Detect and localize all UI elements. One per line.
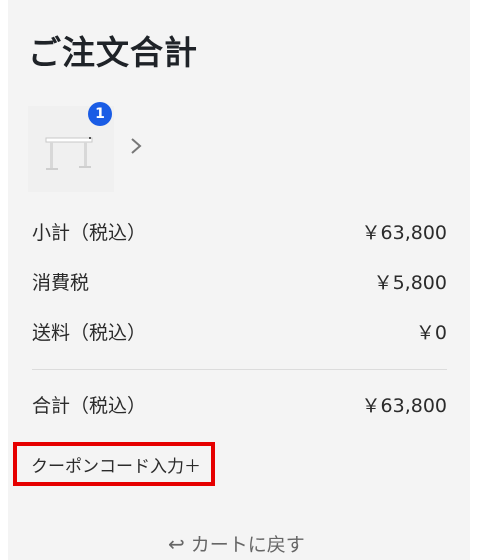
item-count-badge: 1: [88, 102, 112, 126]
divider: [32, 369, 447, 370]
back-to-cart-link[interactable]: ↩ カートに戻す: [168, 530, 305, 557]
subtotal-label: 小計（税込）: [32, 222, 147, 244]
subtotal-value: ￥63,800: [361, 222, 447, 244]
chevron-right-icon[interactable]: [127, 136, 145, 156]
tax-row: 消費税 ￥5,800: [32, 268, 447, 295]
coupon-code-label: クーポンコード入力＋: [31, 456, 201, 477]
shipping-value: ￥0: [415, 322, 447, 344]
total-value: ￥63,800: [361, 395, 447, 417]
tax-value: ￥5,800: [373, 272, 447, 294]
shipping-row: 送料（税込） ￥0: [32, 318, 447, 345]
shipping-label: 送料（税込）: [32, 322, 147, 344]
back-to-cart-label: カートに戻す: [190, 534, 305, 556]
tax-label: 消費税: [32, 272, 90, 294]
total-label: 合計（税込）: [32, 395, 147, 417]
coupon-code-button[interactable]: クーポンコード入力＋: [13, 442, 215, 486]
subtotal-row: 小計（税込） ￥63,800: [32, 218, 447, 245]
return-arrow-icon: ↩: [168, 531, 185, 556]
page-title: ご注文合計: [28, 33, 198, 72]
total-row: 合計（税込） ￥63,800: [32, 391, 447, 418]
